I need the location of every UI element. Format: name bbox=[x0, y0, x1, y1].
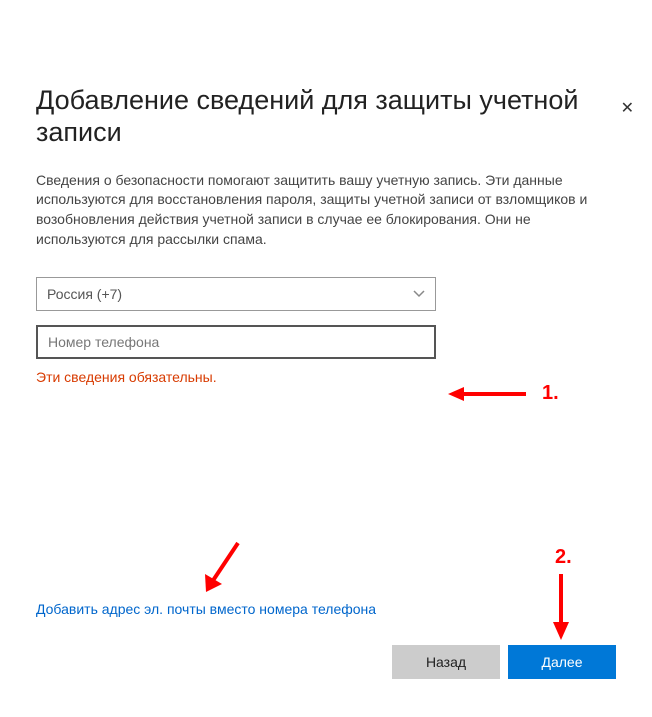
annotation-arrow-email bbox=[198, 538, 248, 598]
next-button[interactable]: Далее bbox=[508, 645, 616, 679]
annotation-arrow-1 bbox=[448, 384, 528, 404]
button-row: Назад Далее bbox=[392, 645, 616, 679]
annotation-label-1: 1. bbox=[542, 382, 559, 405]
annotation-label-2: 2. bbox=[555, 546, 572, 569]
dialog-container: ✕ Добавление сведений для защиты учетной… bbox=[0, 84, 652, 717]
close-icon: ✕ bbox=[621, 100, 634, 117]
close-button[interactable]: ✕ bbox=[621, 98, 634, 118]
dialog-title: Добавление сведений для защиты учетной з… bbox=[36, 84, 616, 149]
annotation-arrow-2 bbox=[549, 572, 573, 642]
dialog-body-text: Сведения о безопасности помогают защитит… bbox=[36, 171, 616, 249]
use-email-link[interactable]: Добавить адрес эл. почты вместо номера т… bbox=[36, 601, 376, 617]
validation-error: Эти сведения обязательны. bbox=[36, 369, 616, 385]
phone-input[interactable] bbox=[36, 325, 436, 359]
chevron-down-icon bbox=[413, 287, 425, 301]
back-button[interactable]: Назад bbox=[392, 645, 500, 679]
country-select[interactable]: Россия (+7) bbox=[36, 277, 436, 311]
country-selected-value: Россия (+7) bbox=[47, 286, 122, 302]
